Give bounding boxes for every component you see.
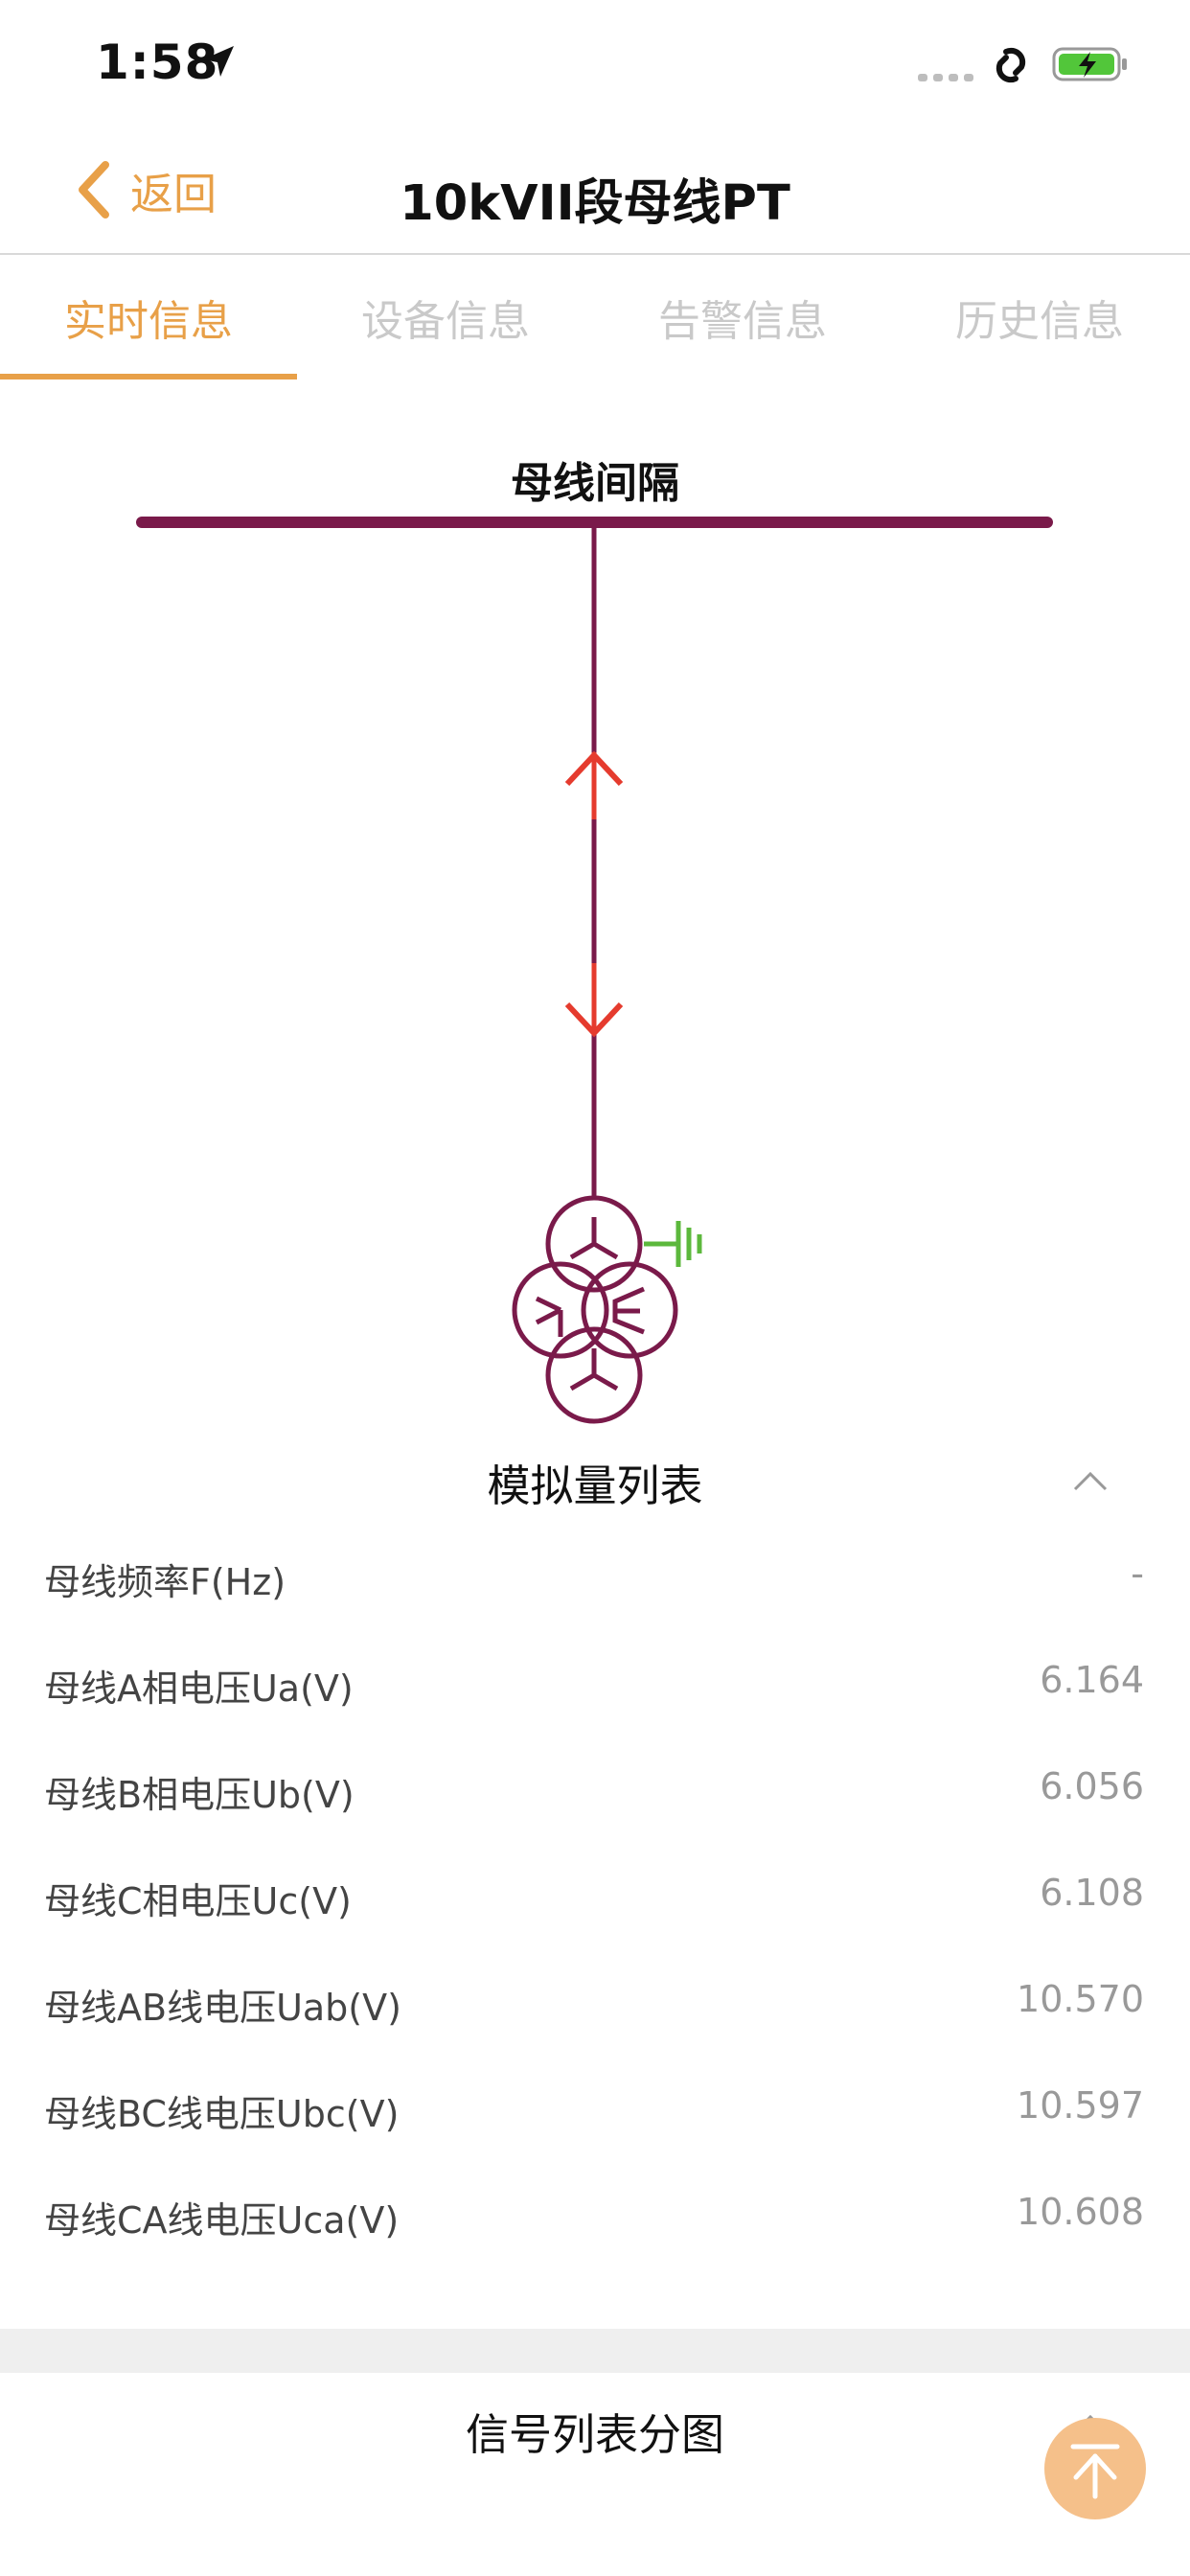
analog-value: 10.608 [1017,2191,1144,2233]
analog-label: 母线C相电压Uc(V) [44,1880,352,1922]
tab-alarm-info[interactable]: 告警信息 [594,255,891,380]
signal-dots-icon [918,74,973,81]
ground-icon [644,1221,702,1267]
analog-value: 6.056 [1040,1765,1144,1807]
analog-value: 10.597 [1017,2084,1144,2127]
tab-bar: 实时信息 设备信息 告警信息 历史信息 [0,255,1190,380]
analog-label: 母线AB线电压Uab(V) [44,1987,401,2029]
signal-list-title: 信号列表分图 [465,2409,724,2460]
scroll-to-top-button[interactable] [1044,2418,1146,2519]
disconnector-arrow-down-icon [564,963,624,1038]
tab-realtime-info[interactable]: 实时信息 [0,255,297,380]
section-divider [0,2329,1190,2373]
bus-diagram: 母线间隔 [0,422,1190,1438]
analog-label: 母线A相电压Ua(V) [44,1668,354,1710]
analog-label: 母线频率F(Hz) [44,1561,286,1603]
tab-device-info[interactable]: 设备信息 [297,255,594,380]
analog-value: - [1131,1552,1144,1595]
analog-label: 母线CA线电压Uca(V) [44,2199,400,2242]
arrow-to-top-icon [1070,2444,1120,2499]
navigation-bar: 返回 10kVII段母线PT [0,125,1190,255]
link-icon [995,47,1026,83]
chevron-up-icon[interactable] [1071,1466,1110,1495]
analog-list-header[interactable]: 模拟量列表 [0,1438,1190,1524]
list-item: 母线A相电压Ua(V) 6.164 [0,1638,1190,1744]
analog-list: 母线频率F(Hz) - 母线A相电压Ua(V) 6.164 母线B相电压Ub(V… [0,1531,1190,2276]
battery-charging-icon [1052,47,1127,81]
page-title: 10kVII段母线PT [400,175,790,232]
single-line-diagram [136,517,1053,1424]
signal-list-header[interactable]: 信号列表分图 [0,2373,1190,2488]
list-item: 母线BC线电压Ubc(V) 10.597 [0,2063,1190,2170]
status-bar: 1:58 [0,0,1190,125]
tab-history-info[interactable]: 历史信息 [891,255,1188,380]
list-item: 母线CA线电压Uca(V) 10.608 [0,2170,1190,2276]
location-arrow-icon [203,46,234,77]
analog-value: 10.570 [1017,1978,1144,2020]
list-item: 母线C相电压Uc(V) 6.108 [0,1851,1190,1957]
analog-label: 母线BC线电压Ubc(V) [44,2093,400,2135]
list-item: 母线AB线电压Uab(V) 10.570 [0,1957,1190,2063]
analog-value: 6.108 [1040,1872,1144,1914]
list-item: 母线B相电压Ub(V) 6.056 [0,1744,1190,1851]
list-item: 母线频率F(Hz) - [0,1531,1190,1638]
potential-transformer-icon [512,1195,678,1424]
disconnector-arrow-up-icon [564,750,624,819]
analog-label: 母线B相电压Ub(V) [44,1774,355,1816]
analog-value: 6.164 [1040,1659,1144,1701]
analog-list-title: 模拟量列表 [487,1460,703,1511]
